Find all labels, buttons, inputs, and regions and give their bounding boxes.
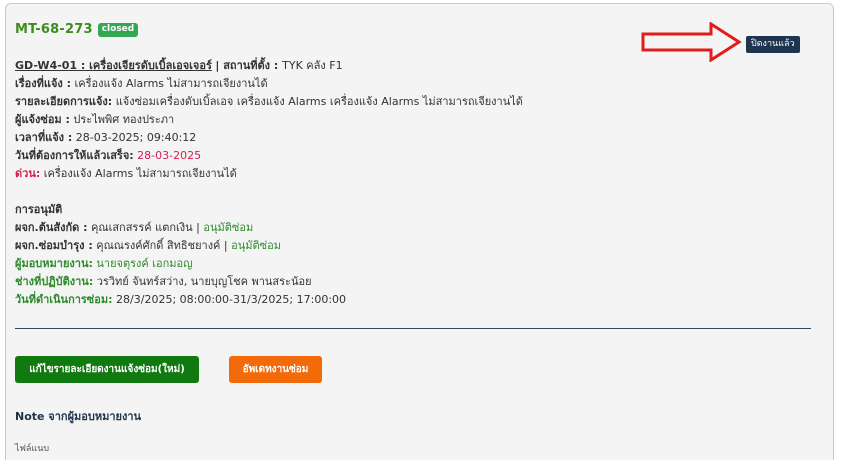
section-divider — [15, 328, 811, 329]
urgent-line: ด่วน: เครื่องแจ้ง Alarms ไม่สามารถเจียงา… — [15, 165, 523, 183]
urgent-label: ด่วน: — [15, 167, 41, 180]
technician-line: ช่างที่ปฏิบัติงาน: วรวิทย์ จันทร์สว่าง, … — [15, 273, 523, 291]
machine-line: GD-W4-01 : เครื่องเจียรดับเบิ้ลเอจเจอร์ … — [15, 59, 343, 72]
assigner-value: นายจตุรงค์ เอกมอญ — [96, 257, 193, 270]
due-date-value: 28-03-2025 — [137, 149, 202, 162]
reported-time-label: เวลาที่แจ้ง : — [15, 131, 73, 144]
assigner-line: ผู้มอบหมายงาน: นายจตุรงค์ เอกมอญ — [15, 255, 523, 273]
edit-details-button[interactable]: แก้ไขรายละเอียดงานแจ้งซ่อม(ใหม่) — [15, 356, 199, 383]
description-label: รายละเอียดการแจ้ง: — [15, 95, 113, 108]
status-badge: closed — [97, 22, 139, 37]
note-heading: Note จากผู้มอบหมายงาน — [15, 410, 142, 423]
arrow-right-icon — [641, 22, 742, 62]
close-job-button[interactable]: ปิดงานแล้ว — [746, 36, 800, 53]
supervisor-status: อนุมัติซ่อม — [203, 221, 254, 234]
repair-date-label: วันที่ดำเนินการซ่อม: — [15, 293, 113, 306]
reporter-label: ผู้แจ้งซ่อม : — [15, 113, 70, 126]
maintenance-status: อนุมัติซ่อม — [231, 239, 281, 252]
maintenance-line: ผจก.ซ่อมบำรุง : คุณณรงค์ศักดิ์ สิทธิชยาง… — [15, 239, 281, 252]
subject-value: เครื่องแจ้ง Alarms ไม่สามารถเจียงานได้ — [74, 77, 268, 90]
approval-heading-line: การอนุมัติ — [15, 201, 523, 219]
reporter-value: ประไพพิศ ทองประภา — [73, 113, 175, 126]
subject-line: เรื่องที่แจ้ง : เครื่องแจ้ง Alarms ไม่สา… — [15, 75, 523, 93]
maintenance-label: ผจก.ซ่อมบำรุง : — [15, 239, 93, 252]
repair-date-value: 28/3/2025; 08:00:00-31/3/2025; 17:00:00 — [116, 293, 347, 306]
reporter-line: ผู้แจ้งซ่อม : ประไพพิศ ทองประภา — [15, 111, 523, 129]
due-date-line: วันที่ต้องการให้แล้วเสร็จ: 28-03-2025 — [15, 147, 523, 165]
ticket-details: GD-W4-01 : เครื่องเจียรดับเบิ้ลเอจเจอร์ … — [15, 57, 523, 309]
machine-name: GD-W4-01 : เครื่องเจียรดับเบิ้ลเอจเจอร์ — [15, 59, 212, 72]
supervisor-line: ผจก.ต้นสังกัด : คุณเสกสรรค์ แตกเงิน | อน… — [15, 221, 254, 234]
technician-value: วรวิทย์ จันทร์สว่าง, นายบุญโชค พานสระน้อ… — [96, 275, 312, 288]
location-value: TYK คลัง F1 — [282, 59, 343, 72]
description-value: แจ้งซ่อมเครื่องดับเบิ้ลเอจ เครื่องแจ้ง A… — [115, 95, 523, 108]
repair-date-line: วันที่ดำเนินการซ่อม: 28/3/2025; 08:00:00… — [15, 291, 523, 309]
description-line: รายละเอียดการแจ้ง: แจ้งซ่อมเครื่องดับเบิ… — [15, 93, 523, 111]
maintenance-value: คุณณรงค์ศักดิ์ สิทธิชยางค์ — [96, 239, 221, 252]
due-date-label: วันที่ต้องการให้แล้วเสร็จ: — [15, 149, 134, 162]
attachments-label: ไฟล์แนบ — [15, 444, 50, 454]
update-repair-button[interactable]: อัพเดทงานซ่อม — [229, 356, 322, 383]
ticket-header: MT-68-273 closed — [15, 22, 139, 37]
supervisor-value: คุณเสกสรรค์ แตกเงิน — [91, 221, 193, 234]
subject-label: เรื่องที่แจ้ง : — [15, 77, 72, 90]
ticket-id: MT-68-273 — [15, 22, 93, 37]
reported-time-line: เวลาที่แจ้ง : 28-03-2025; 09:40:12 — [15, 129, 523, 147]
location-label: สถานที่ตั้ง — [223, 59, 271, 72]
approval-heading: การอนุมัติ — [15, 203, 63, 216]
supervisor-label: ผจก.ต้นสังกัด : — [15, 221, 88, 234]
reported-time-value: 28-03-2025; 09:40:12 — [75, 131, 197, 144]
technician-label: ช่างที่ปฏิบัติงาน: — [15, 275, 94, 288]
assigner-label: ผู้มอบหมายงาน: — [15, 257, 93, 270]
urgent-value: เครื่องแจ้ง Alarms ไม่สามารถเจียงานได้ — [43, 167, 237, 180]
